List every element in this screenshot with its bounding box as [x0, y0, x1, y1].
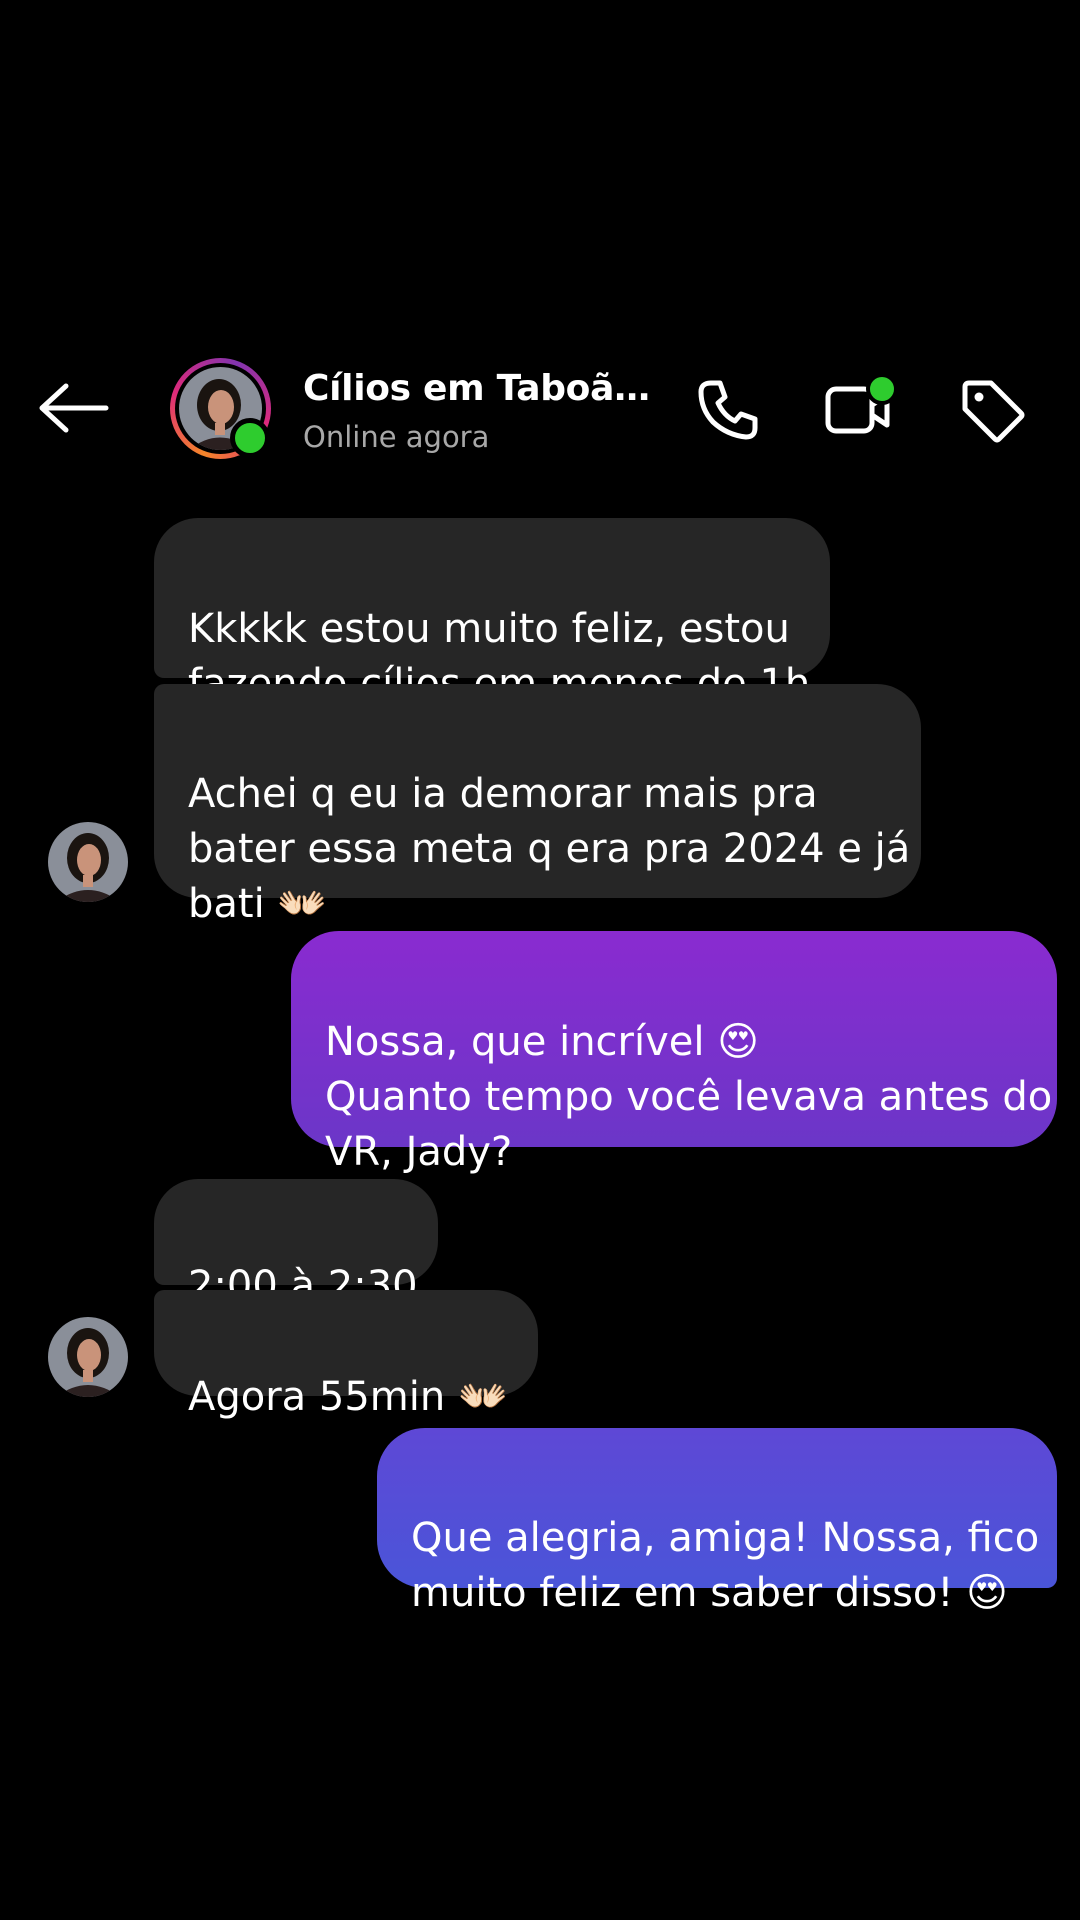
- message-text: Nossa, que incrível 😍 Quanto tempo você …: [325, 1019, 1053, 1175]
- message-text: Que alegria, amiga! Nossa, fico muito fe…: [411, 1515, 1040, 1616]
- contact-message-avatar[interactable]: [48, 822, 128, 902]
- incoming-message[interactable]: Achei q eu ia demorar mais pra bater ess…: [154, 684, 921, 927]
- call-button[interactable]: [693, 375, 763, 445]
- incoming-message[interactable]: Agora 55min 👐🏻: [154, 1290, 538, 1420]
- incoming-message[interactable]: 2:00 à 2:30: [154, 1179, 438, 1309]
- contact-name[interactable]: Cílios em Taboã…: [303, 368, 650, 409]
- outgoing-message[interactable]: Nossa, que incrível 😍 Quanto tempo você …: [291, 931, 1057, 1175]
- phone-icon: [698, 380, 758, 440]
- message-text: Agora 55min 👐🏻: [188, 1374, 508, 1420]
- video-online-dot: [866, 373, 898, 405]
- online-status-dot: [230, 418, 270, 458]
- contact-message-avatar[interactable]: [48, 1317, 128, 1397]
- incoming-message[interactable]: Kkkkk estou muito feliz, estou fazendo c…: [154, 518, 830, 707]
- contact-status: Online agora: [303, 420, 490, 454]
- arrow-left-icon: [39, 383, 109, 433]
- tag-icon: [962, 380, 1025, 443]
- outgoing-message[interactable]: Que alegria, amiga! Nossa, fico muito fe…: [377, 1428, 1057, 1616]
- back-button[interactable]: [38, 382, 110, 434]
- chat-header: Cílios em Taboã… Online agora: [0, 340, 1080, 475]
- tag-button[interactable]: [957, 375, 1027, 445]
- message-text: Achei q eu ia demorar mais pra bater ess…: [188, 771, 911, 927]
